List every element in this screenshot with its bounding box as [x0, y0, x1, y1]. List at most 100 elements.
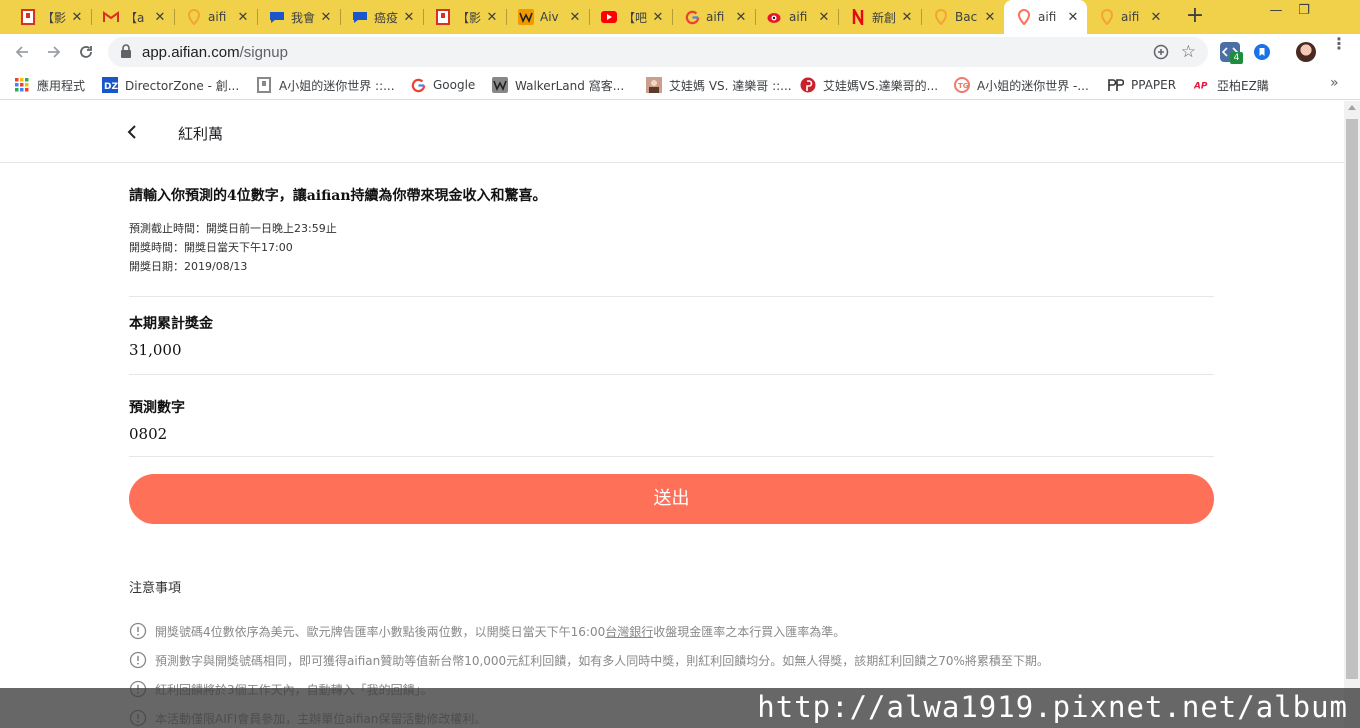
browser-tab[interactable]: 【影 ✕	[423, 0, 506, 34]
page-scrollbar[interactable]	[1344, 101, 1360, 728]
close-tab-icon[interactable]: ✕	[982, 10, 998, 25]
reload-button[interactable]	[72, 38, 100, 66]
url-path: /signup	[239, 44, 288, 61]
tab-title: aifi	[789, 10, 808, 24]
netflix-n-icon	[850, 9, 866, 25]
prediction-section[interactable]: 預測數字 0802	[129, 397, 1214, 443]
address-bar[interactable]: app.aifian.com/signup ☆	[108, 37, 1208, 67]
info-block: 預測截止時間：開獎日前一日晚上23:59止 開獎時間：開獎日當天下午17:00 …	[129, 219, 1214, 276]
svg-text:DZ: DZ	[104, 82, 118, 92]
aifian-pin-icon	[186, 9, 202, 25]
directorzone-icon: DZ	[102, 77, 118, 93]
browser-tab[interactable]: 【吧 ✕	[589, 0, 672, 34]
bookmark-item[interactable]: DZ DirectorZone - 創...	[102, 76, 239, 94]
bookmark-item[interactable]: PPAPER	[1108, 76, 1176, 94]
browser-tab[interactable]: 我會 ✕	[257, 0, 340, 34]
arrow-right-icon	[48, 46, 61, 58]
tab-title: 【a	[125, 10, 145, 25]
browser-tab[interactable]: 【a ✕	[91, 0, 174, 34]
divider	[129, 296, 1214, 297]
note-item: 預測數字與開獎號碼相同，即可獲得aifian贊助等值新台幣10,000元紅利回饋…	[129, 650, 1049, 670]
bookmark-extension-icon[interactable]	[1252, 42, 1272, 62]
bookmark-item[interactable]: TG A小姐的迷你世界 -...	[954, 76, 1089, 94]
close-tab-icon[interactable]: ✕	[401, 10, 417, 25]
profile-avatar[interactable]	[1296, 42, 1316, 62]
browser-tab[interactable]: aifi ✕	[672, 0, 755, 34]
watermark-text: http://alwa1919.pixnet.net/album	[757, 690, 1348, 724]
aifian-pin-icon	[933, 9, 949, 25]
bookmark-item[interactable]: 應用程式	[14, 76, 85, 94]
exclamation-circle-icon	[129, 651, 147, 669]
bookmark-item[interactable]: 艾娃媽 VS. 達樂哥 ::...	[646, 76, 792, 94]
close-tab-icon[interactable]: ✕	[235, 10, 251, 25]
close-tab-icon[interactable]: ✕	[650, 10, 666, 25]
back-nav-button[interactable]	[8, 38, 36, 66]
bank-link[interactable]: 台灣銀行	[605, 623, 653, 640]
browser-tab[interactable]: 【影 ✕	[8, 0, 91, 34]
close-tab-icon[interactable]: ✕	[152, 10, 168, 25]
bookmark-star-icon[interactable]: ☆	[1181, 42, 1196, 62]
bookmark-item[interactable]: WalkerLand 窩客...	[492, 76, 624, 94]
walkerland-w-icon	[518, 9, 534, 25]
code-extension-icon[interactable]: 4	[1220, 42, 1243, 64]
submit-button[interactable]: 送出	[129, 474, 1214, 524]
browser-tab[interactable]: 癌疫 ✕	[340, 0, 423, 34]
chevron-left-icon[interactable]	[124, 123, 140, 141]
arrow-left-icon	[15, 46, 28, 58]
url-host: app.aifian.com	[142, 44, 240, 61]
bookmarks-overflow-button[interactable]: »	[1330, 75, 1339, 91]
chat-blue-icon	[269, 9, 285, 25]
prediction-label: 預測數字	[129, 400, 185, 416]
browser-tab[interactable]: 新創 ✕	[838, 0, 921, 34]
close-tab-icon[interactable]: ✕	[69, 10, 85, 25]
browser-tab[interactable]: Aiv ✕	[506, 0, 589, 34]
exclamation-circle-icon	[129, 622, 147, 640]
zoom-plus-icon[interactable]	[1152, 43, 1170, 61]
close-tab-icon[interactable]: ✕	[567, 10, 583, 25]
draw-time-text: 開獎時間：開獎日當天下午17:00	[129, 241, 293, 254]
page-viewport: 紅利萬 請輸入你預測的4位數字，讓aifian持續為你帶來現金收入和驚喜。 預測…	[0, 101, 1344, 728]
bookmark-item[interactable]: Google	[410, 76, 475, 94]
bookmark-label: DirectorZone - 創...	[125, 78, 240, 93]
bookmark-item[interactable]: 艾娃媽VS.達樂哥的...	[800, 76, 938, 94]
note-text-tail: 收盤現金匯率之本行買入匯率為準。	[653, 624, 846, 639]
ap-logo-icon: AP	[1194, 77, 1210, 93]
close-tab-icon[interactable]: ✕	[899, 10, 915, 25]
tab-title: Bac	[955, 10, 978, 24]
browser-tab[interactable]: Bac ✕	[921, 0, 1004, 34]
close-tab-icon[interactable]: ✕	[1065, 10, 1081, 25]
chat-blue-icon	[352, 9, 368, 25]
pinterest-icon	[800, 77, 816, 93]
close-tab-icon[interactable]: ✕	[816, 10, 832, 25]
tab-strip: 【影 ✕ 【a ✕ aifi ✕ 我會 ✕ 癌疫 ✕ 【影 ✕ Aiv ✕ 【吧 ✕ aifi ✕ aifi ✕ 新創 ✕…	[0, 0, 1360, 34]
close-tab-icon[interactable]: ✕	[318, 10, 334, 25]
tab-title: 【影	[457, 10, 482, 25]
bookmark-label: WalkerLand 窩客...	[515, 78, 625, 93]
close-tab-icon[interactable]: ✕	[1148, 10, 1164, 25]
weibo-eye-icon	[767, 9, 783, 25]
bookmark-label: 應用程式	[37, 78, 86, 93]
prediction-input[interactable]: 0802	[129, 425, 1214, 443]
minimize-button[interactable]: —	[1262, 0, 1290, 28]
watermark-band: http://alwa1919.pixnet.net/album	[0, 688, 1360, 728]
forward-nav-button[interactable]	[40, 38, 68, 66]
tab-title: aifi	[208, 10, 227, 24]
avatar-photo-icon	[646, 77, 662, 93]
close-tab-icon[interactable]: ✕	[733, 10, 749, 25]
browser-tab[interactable]: aifi ✕	[755, 0, 838, 34]
bookmark-item[interactable]: A小姐的迷你世界 ::...	[256, 76, 395, 94]
new-tab-button[interactable]: +	[1183, 4, 1207, 28]
browser-tab[interactable]: aifi ✕	[1087, 0, 1170, 34]
tab-title: aifi	[1121, 10, 1140, 24]
browser-tab[interactable]: aifi ✕	[174, 0, 257, 34]
browser-menu-icon[interactable]: ⋮	[1331, 36, 1347, 52]
scroll-thumb[interactable]	[1346, 119, 1358, 679]
tab-title: 【影	[42, 10, 67, 25]
bookmark-label: PPAPER	[1131, 78, 1177, 92]
restore-button[interactable]: ❐	[1290, 0, 1318, 28]
close-tab-icon[interactable]: ✕	[484, 10, 500, 25]
scroll-up-arrow-icon[interactable]	[1348, 105, 1356, 110]
tab-title: aifi	[706, 10, 725, 24]
browser-tab[interactable]: aifi ✕	[1004, 0, 1087, 34]
bookmark-item[interactable]: AP 亞柏EZ購	[1194, 76, 1269, 94]
